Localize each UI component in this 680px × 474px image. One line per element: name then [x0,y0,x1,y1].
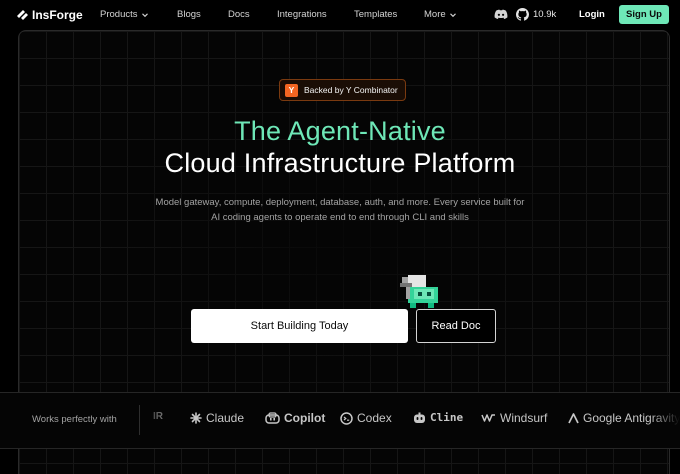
partner-cline-label: Cline [430,411,464,424]
github-star-count: 10.9k [533,9,557,20]
nav-integrations[interactable]: Integrations [277,9,327,20]
claude-star-icon [190,412,202,424]
partner-copilot: Copilot [265,411,325,425]
hero-title-line-1: The Agent-Native [234,116,446,146]
yc-badge[interactable]: Y Backed by Y Combinator [279,79,406,101]
nav-more[interactable]: More [424,9,457,20]
ycombinator-logo-icon: Y [285,83,298,97]
partner-codex-label: Codex [357,411,392,425]
read-doc-button[interactable]: Read Doc [416,309,496,343]
cline-icon [414,412,425,423]
login-link[interactable]: Login [579,9,605,20]
insforge-logo-icon [17,10,28,20]
partner-claude-label: Claude [206,411,245,425]
copilot-icon [265,412,280,424]
hero-subtitle: Model gateway, compute, deployment, data… [140,196,540,225]
nav-products[interactable]: Products [100,9,149,20]
top-nav: InsForge Products Blogs Docs Integration… [0,0,680,30]
yc-badge-label: Backed by Y Combinator [304,85,398,95]
nav-templates-label: Templates [354,9,398,20]
partner-copilot-label: Copilot [284,411,326,425]
strip-fade-right [650,393,680,448]
nav-integrations-label: Integrations [277,9,327,20]
hero-title-line-2: Cloud Infrastructure Platform [164,148,516,178]
windsurf-icon [481,414,495,422]
partner-claude: Claude [190,411,244,425]
brand-name: InsForge [32,8,83,22]
antigravity-icon [568,412,579,423]
discord-icon[interactable] [494,9,508,20]
partner-codex: Codex [340,411,392,425]
hero-subtitle-line-1: Model gateway, compute, deployment, data… [155,197,525,208]
nav-more-label: More [424,9,446,20]
nav-products-label: Products [100,9,138,20]
strip-fade-left [140,393,160,448]
nav-blogs-label: Blogs [177,9,201,20]
pixel-mascot-icon [400,275,438,308]
integrations-strip: Works perfectly with IR Claude [0,392,680,449]
nav-templates[interactable]: Templates [354,9,397,20]
signup-button[interactable]: Sign Up [619,5,669,24]
partner-cline: Cline [413,411,463,424]
nav-blogs[interactable]: Blogs [177,9,201,20]
landing-page: InsForge Products Blogs Docs Integration… [0,0,680,474]
start-building-button[interactable]: Start Building Today [191,309,408,343]
brand-logo[interactable]: InsForge [16,8,83,22]
hero-subtitle-line-2: AI coding agents to operate end to end t… [211,211,469,223]
partner-windsurf: Windsurf [481,411,547,425]
works-with-label: Works perfectly with [32,414,117,425]
codex-icon [340,411,353,425]
chevron-down-icon [449,12,456,17]
nav-docs-label: Docs [228,9,250,20]
social-links: 10.9k [494,8,556,21]
chevron-down-icon [141,12,148,17]
nav-docs[interactable]: Docs [228,9,250,20]
partner-windsurf-label: Windsurf [500,411,548,425]
github-icon[interactable] [516,8,529,21]
